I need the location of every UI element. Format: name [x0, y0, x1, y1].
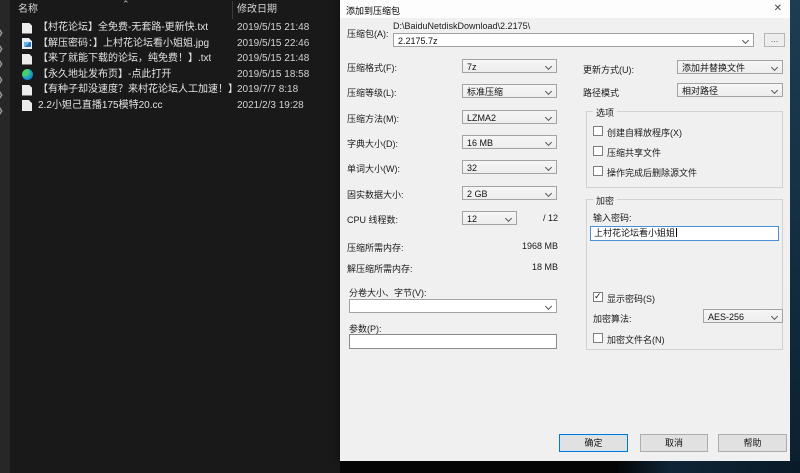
file-row[interactable]: 【永久地址发布页】-点此打开 2019/5/15 18:58 [10, 67, 340, 83]
text-cursor [676, 228, 677, 237]
options-group-title: 选项 [593, 106, 617, 119]
desktop-bottom-edge [340, 461, 800, 473]
column-header-date-modified[interactable]: 修改日期 [237, 0, 277, 20]
compress-shared-checkbox[interactable] [593, 146, 603, 156]
file-list: 名称 ⌃ 修改日期 【村花论坛】全免费-无套路-更新快.txt 2019/5/1… [10, 0, 340, 473]
dialog-title: 添加到压缩包 [346, 4, 400, 17]
compress-shared-label[interactable]: 压缩共享文件 [607, 146, 661, 159]
format-label: 压缩格式(F): [347, 61, 397, 74]
archive-name-combobox[interactable]: 2.2175.7z [393, 33, 754, 47]
show-password-label[interactable]: 显示密码(S) [607, 292, 655, 305]
text-file-icon [22, 23, 32, 34]
file-name: 【有种子却没速度？来村花论坛人工加速！】.t... [38, 82, 232, 98]
archive-dir-path: D:\BaiduNetdiskDownload\2.2175\ [393, 21, 530, 31]
desktop-edge [790, 0, 800, 461]
password-input[interactable]: 上村花论坛看小姐姐 [590, 226, 779, 241]
create-sfx-label[interactable]: 创建自释放程序(X) [607, 126, 682, 139]
file-row[interactable]: 【有种子却没速度？来村花论坛人工加速！】.t... 2019/7/7 8:18 [10, 82, 340, 98]
chevron-right-icon[interactable]: ❯ [0, 28, 7, 38]
file-date: 2021/2/3 19:28 [237, 98, 304, 114]
edge-browser-icon [22, 69, 33, 80]
file-name: 【永久地址发布页】-点此打开 [38, 67, 171, 83]
method-combobox[interactable]: LZMA2 [462, 110, 557, 124]
file-list-header: 名称 ⌃ 修改日期 [10, 0, 340, 20]
memory-decompress-label: 解压缩所需内存: [347, 262, 413, 275]
file-date: 2019/5/15 21:48 [237, 51, 309, 67]
file-date: 2019/5/15 21:48 [237, 20, 309, 36]
cpu-threads-combobox[interactable]: 12 [462, 211, 517, 225]
format-combobox[interactable]: 7z [462, 59, 557, 73]
file-date: 2019/5/15 22:46 [237, 36, 309, 52]
memory-decompress-value: 18 MB [458, 262, 558, 272]
chevron-right-icon[interactable]: ❯ [0, 59, 7, 69]
file-name: 2.2小妲己直播175模特20.cc [38, 98, 163, 114]
archive-label: 压缩包(A): [347, 27, 389, 40]
memory-compress-label: 压缩所需内存: [347, 241, 404, 254]
screen: ❯ ❯ ❯ ❯ ❯ ❯ 名称 ⌃ 修改日期 【村花论坛】全免费-无套路-更新快.… [0, 0, 800, 473]
file-row[interactable]: 【解压密码：】上村花论坛看小姐姐.jpg 2019/5/15 22:46 [10, 36, 340, 52]
dictionary-size-combobox[interactable]: 16 MB [462, 135, 557, 149]
cpu-threads-max: / 12 [530, 213, 558, 223]
dialog-titlebar[interactable]: 添加到压缩包 ✕ [340, 0, 790, 18]
update-mode-label: 更新方式(U): [583, 63, 634, 76]
solid-block-size-combobox[interactable]: 2 GB [462, 186, 557, 200]
nav-pane-edge: ❯ ❯ ❯ ❯ ❯ ❯ [0, 0, 10, 473]
file-row[interactable]: 【村花论坛】全免费-无套路-更新快.txt 2019/5/15 21:48 [10, 20, 340, 36]
dictionary-size-label: 字典大小(D): [347, 137, 398, 150]
level-combobox[interactable]: 标准压缩 [462, 84, 557, 98]
add-to-archive-dialog: 添加到压缩包 ✕ 压缩包(A): D:\BaiduNetdiskDownload… [340, 0, 790, 461]
sort-ascending-icon: ⌃ [122, 0, 130, 14]
chevron-right-icon[interactable]: ❯ [0, 75, 7, 85]
file-name: 【村花论坛】全免费-无套路-更新快.txt [38, 20, 208, 36]
browse-button[interactable]: ... [764, 33, 785, 47]
memory-compress-value: 1968 MB [458, 241, 558, 251]
column-divider[interactable] [232, 1, 233, 19]
chevron-right-icon[interactable]: ❯ [0, 44, 7, 54]
show-password-checkbox[interactable] [593, 292, 603, 302]
cpu-threads-label: CPU 线程数: [347, 213, 398, 226]
delete-after-label[interactable]: 操作完成后删除源文件 [607, 166, 697, 179]
create-sfx-checkbox[interactable] [593, 126, 603, 136]
text-file-icon [22, 54, 32, 65]
update-mode-combobox[interactable]: 添加并替换文件 [677, 60, 783, 74]
ok-button[interactable]: 确定 [559, 434, 628, 452]
encryption-method-combobox[interactable]: AES-256 [703, 309, 783, 323]
password-value: 上村花论坛看小姐姐 [594, 228, 675, 238]
parameters-input[interactable] [349, 334, 557, 349]
file-date: 2019/7/7 8:18 [237, 82, 298, 98]
encrypt-filenames-checkbox[interactable] [593, 333, 603, 343]
path-mode-label: 路径模式 [583, 86, 619, 99]
encryption-method-label: 加密算法: [593, 312, 632, 325]
solid-block-size-label: 固实数据大小: [347, 188, 404, 201]
method-label: 压缩方法(M): [347, 112, 399, 125]
file-row[interactable]: 2.2小妲己直播175模特20.cc 2021/2/3 19:28 [10, 98, 340, 114]
help-button[interactable]: 帮助 [718, 434, 787, 452]
encryption-group-title: 加密 [593, 194, 617, 207]
image-file-icon [22, 38, 32, 49]
delete-after-checkbox[interactable] [593, 166, 603, 176]
file-row[interactable]: 【来了就能下载的论坛，纯免费！】.txt 2019/5/15 21:48 [10, 51, 340, 67]
split-volume-combobox[interactable] [349, 299, 557, 313]
password-label: 输入密码: [593, 211, 632, 224]
path-mode-combobox[interactable]: 相对路径 [677, 83, 783, 97]
file-explorer-pane: ❯ ❯ ❯ ❯ ❯ ❯ 名称 ⌃ 修改日期 【村花论坛】全免费-无套路-更新快.… [0, 0, 340, 473]
word-size-combobox[interactable]: 32 [462, 160, 557, 174]
chevron-right-icon[interactable]: ❯ [0, 90, 7, 100]
text-file-icon [22, 85, 32, 96]
file-icon [22, 100, 32, 111]
word-size-label: 单词大小(W): [347, 162, 400, 175]
chevron-right-icon[interactable]: ❯ [0, 106, 7, 116]
file-name: 【来了就能下载的论坛，纯免费！】.txt [38, 51, 211, 67]
close-icon[interactable]: ✕ [774, 3, 782, 14]
split-volume-label: 分卷大小、字节(V): [349, 286, 427, 299]
cancel-button[interactable]: 取消 [640, 434, 708, 452]
encrypt-filenames-label[interactable]: 加密文件名(N) [607, 333, 665, 346]
file-name: 【解压密码：】上村花论坛看小姐姐.jpg [38, 36, 209, 52]
column-header-name[interactable]: 名称 [18, 0, 38, 20]
file-date: 2019/5/15 18:58 [237, 67, 309, 83]
level-label: 压缩等级(L): [347, 86, 397, 99]
